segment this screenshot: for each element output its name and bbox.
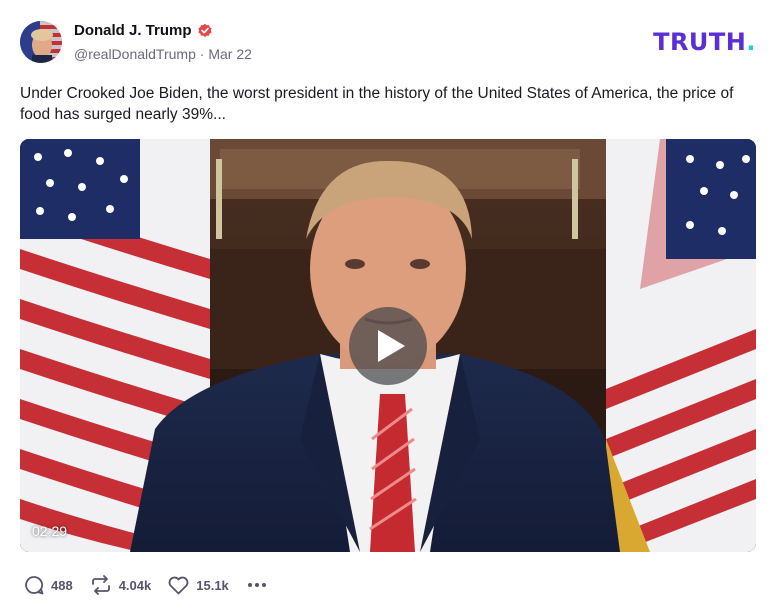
- verified-badge-icon: [197, 23, 212, 37]
- like-button[interactable]: 15.1k: [168, 576, 229, 595]
- retruth-button[interactable]: 4.04k: [90, 575, 152, 595]
- repost-icon: [91, 575, 110, 595]
- author-name[interactable]: Donald J. Trump: [74, 22, 192, 39]
- like-count: 15.1k: [196, 577, 229, 593]
- reply-button[interactable]: 488: [24, 575, 73, 595]
- retruth-count: 4.04k: [118, 577, 152, 593]
- video-duration: 02:29: [32, 523, 68, 539]
- logo-text: TRUTH: [653, 28, 747, 56]
- avatar-image: [20, 21, 62, 63]
- video-player[interactable]: 02:29: [20, 139, 756, 552]
- heart-icon: [168, 576, 189, 594]
- play-button[interactable]: [349, 307, 427, 385]
- author-handle[interactable]: @realDonaldTrump: [74, 46, 196, 62]
- post-text: Under Crooked Joe Biden, the worst presi…: [20, 85, 734, 123]
- reply-count: 488: [51, 577, 73, 593]
- truth-logo[interactable]: TRUTH.: [653, 28, 756, 56]
- truth-post: Donald J. Trump @realDonaldTrump · Mar 2…: [0, 0, 777, 615]
- author-name-row[interactable]: Donald J. Trump: [74, 22, 213, 39]
- avatar[interactable]: [20, 21, 62, 63]
- comment-icon: [25, 576, 44, 595]
- post-date[interactable]: Mar 22: [208, 46, 252, 62]
- post-actions: 488 4.04k 15.1k: [24, 574, 268, 596]
- more-icon[interactable]: [246, 579, 268, 591]
- author-meta: @realDonaldTrump · Mar 22: [74, 46, 252, 62]
- meta-separator: ·: [199, 46, 205, 62]
- play-icon: [377, 330, 405, 362]
- logo-dot: .: [746, 28, 756, 56]
